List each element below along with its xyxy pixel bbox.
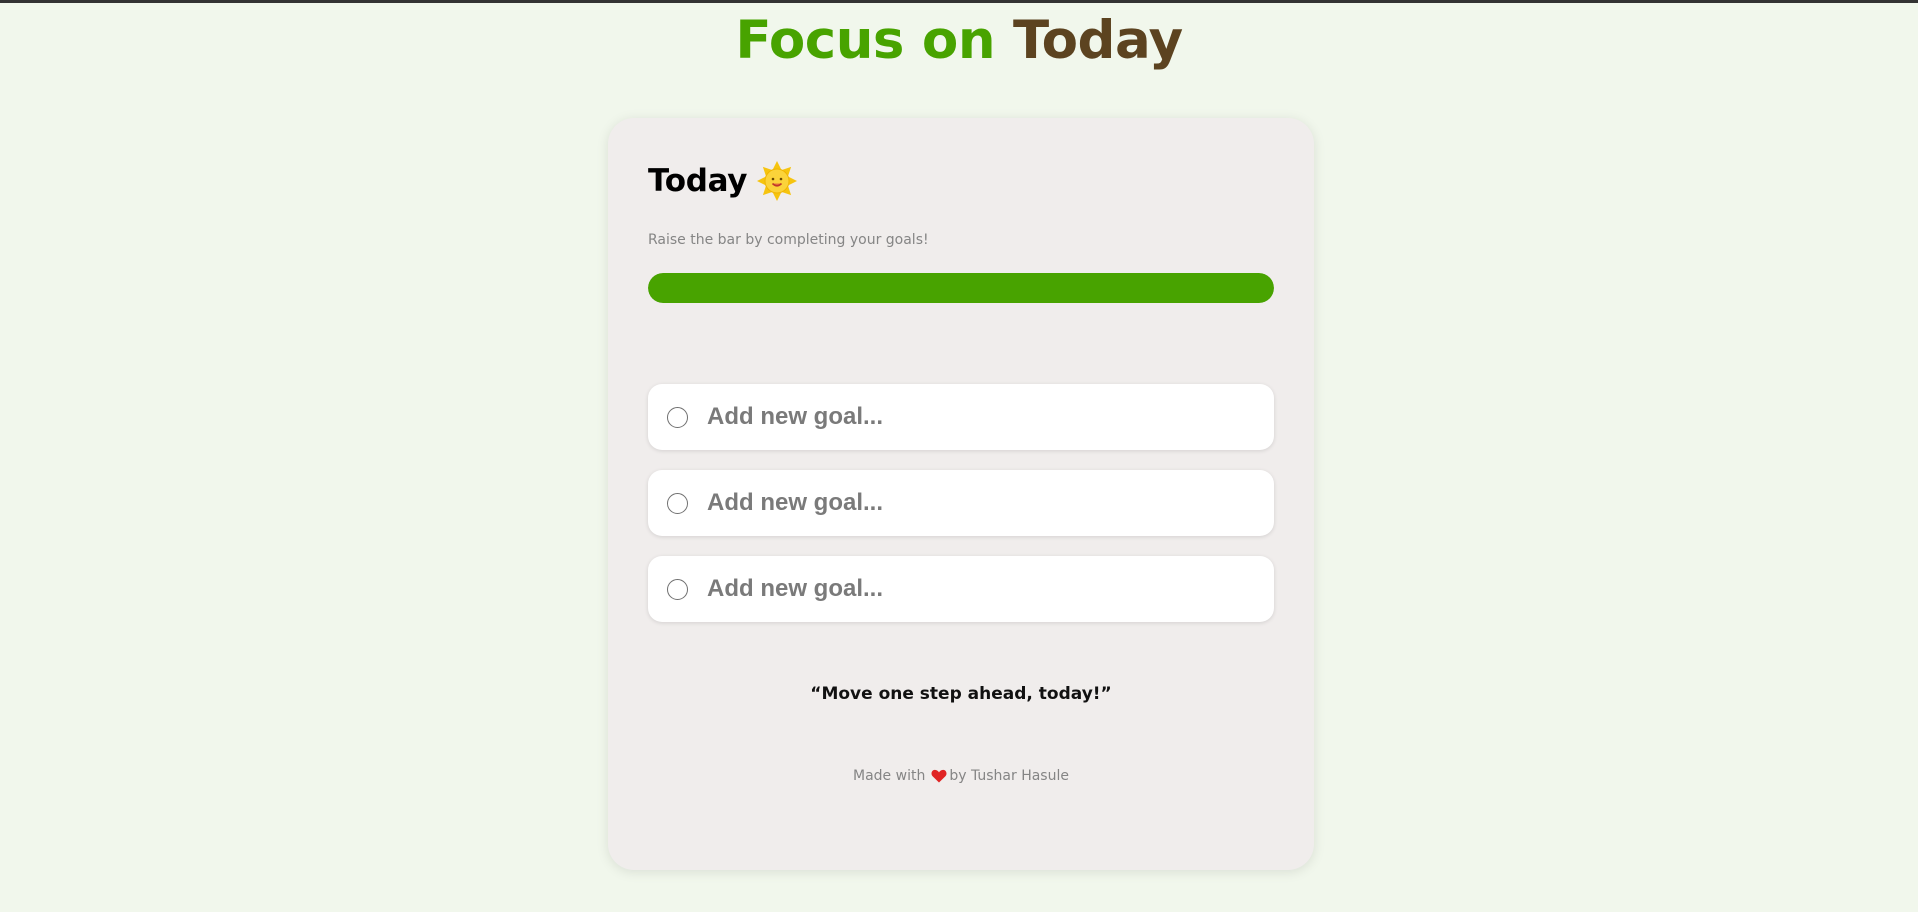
goal-checkbox[interactable]: [667, 578, 688, 600]
card-heading: Today: [648, 158, 798, 204]
goal-input[interactable]: [707, 403, 1247, 431]
progress-fill: [648, 273, 1274, 303]
sun-icon: [757, 161, 798, 201]
motivational-quote: “Move one step ahead, today!”: [810, 684, 1112, 704]
goal-list: [648, 384, 1274, 642]
goal-checkbox[interactable]: [667, 492, 688, 514]
footer-suffix: by Tushar Hasule: [949, 768, 1069, 784]
goal-item: [648, 384, 1274, 450]
top-border: [0, 0, 1918, 3]
card-subtitle: Raise the bar by completing your goals!: [648, 232, 929, 248]
app-title-part2: Today: [1013, 10, 1183, 71]
goal-item: [648, 470, 1274, 536]
goal-input[interactable]: [707, 575, 1247, 603]
progress-bar: [648, 273, 1274, 303]
goal-checkbox[interactable]: [667, 406, 688, 428]
footer-prefix: Made with: [853, 768, 926, 784]
goals-card: Today Raise the bar by completing your g…: [608, 118, 1314, 870]
app-title-part1: Focus on: [735, 10, 996, 71]
app-title: Focus on Today: [0, 10, 1918, 72]
heart-icon: [931, 769, 947, 783]
goal-input[interactable]: [707, 489, 1247, 517]
goal-item: [648, 556, 1274, 622]
card-title: Today: [648, 163, 748, 199]
footer: Made with by Tushar Hasule: [608, 768, 1314, 784]
